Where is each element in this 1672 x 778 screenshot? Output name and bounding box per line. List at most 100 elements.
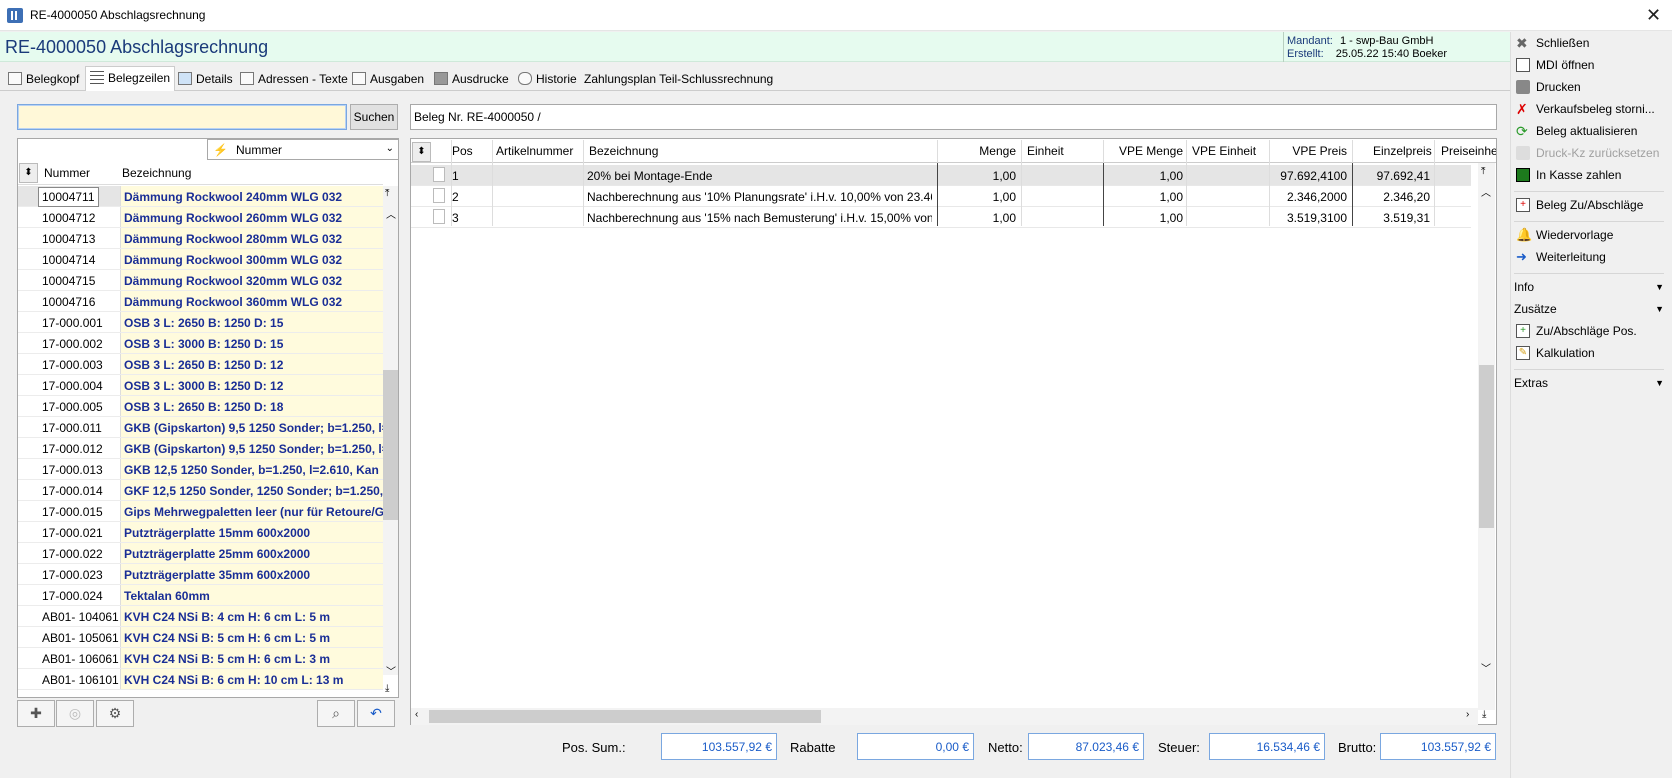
tab-belegzeilen[interactable]: Belegzeilen bbox=[85, 66, 176, 91]
tab-adressen-texte[interactable]: Adressen - Texte bbox=[236, 68, 352, 90]
table-row[interactable]: 2 Nachberechnung aus '10% Planungsrate' i… bbox=[411, 186, 1471, 207]
zuabschlaege-button[interactable]: + Beleg Zu/Abschläge bbox=[1514, 196, 1643, 214]
rabatte-field[interactable]: 0,00 € bbox=[857, 733, 974, 760]
list-item[interactable]: 17-000.003 OSB 3 L: 2650 B: 1250 D: 12 bbox=[18, 354, 383, 375]
grid-hscroll-thumb[interactable] bbox=[429, 710, 821, 723]
info-section[interactable]: Info ▼ bbox=[1514, 278, 1666, 296]
steuer-field[interactable]: 16.534,46 € bbox=[1209, 733, 1325, 760]
list-item[interactable]: 17-000.015 Gips Mehrwegpaletten leer (nur… bbox=[18, 501, 383, 522]
list-item[interactable]: 17-000.013 GKB 12,5 1250 Sonder, b=1.250,… bbox=[18, 459, 383, 480]
new-line-icon[interactable]: ✚ bbox=[17, 700, 55, 727]
list-item[interactable]: 17-000.023 Putzträgerplatte 35mm 600x2000 bbox=[18, 564, 383, 585]
schliessen-button[interactable]: ✖ Schließen bbox=[1514, 34, 1589, 52]
row-selector[interactable] bbox=[433, 167, 445, 182]
zusaetze-section[interactable]: Zusätze ▼ bbox=[1514, 300, 1666, 318]
list-item[interactable]: 10004711 Dämmung Rockwool 240mm WLG 032 bbox=[18, 186, 383, 207]
col-einzelpreis[interactable]: Einzelpreis bbox=[1373, 144, 1432, 158]
drucken-button[interactable]: Drucken bbox=[1514, 78, 1581, 96]
item-description: KVH C24 NSi B: 6 cm H: 10 cm L: 13 m bbox=[120, 669, 383, 689]
list-scroll-thumb[interactable] bbox=[383, 370, 398, 520]
list-item[interactable]: AB01- 105061 KVH C24 NSi B: 5 cm H: 6 cm … bbox=[18, 627, 383, 648]
item-description: Dämmung Rockwool 320mm WLG 032 bbox=[120, 270, 383, 290]
kasse-button[interactable]: In Kasse zahlen bbox=[1514, 166, 1621, 184]
tab-details[interactable]: Details bbox=[174, 68, 237, 90]
grid-scroll-down-icon[interactable]: ﹀ bbox=[1481, 660, 1491, 675]
list-item[interactable]: 17-000.002 OSB 3 L: 3000 B: 1250 D: 15 bbox=[18, 333, 383, 354]
row-selector[interactable] bbox=[433, 209, 445, 224]
scroll-bottom-icon[interactable]: ⤓ bbox=[385, 683, 389, 694]
undo-icon[interactable]: ↶ bbox=[357, 700, 395, 727]
col-bezeichnung[interactable]: Bezeichnung bbox=[589, 144, 658, 158]
scroll-up-icon[interactable]: ︿ bbox=[386, 206, 396, 221]
table-row[interactable]: 1 20% bei Montage-Ende 1,00 1,00 97.692,4100… bbox=[411, 165, 1471, 186]
header-divider bbox=[1103, 140, 1104, 163]
tab-ausdrucke[interactable]: Ausdrucke bbox=[430, 68, 513, 90]
scroll-right-icon[interactable]: › bbox=[1466, 709, 1469, 720]
col-preiseinheit[interactable]: Preiseinhe bbox=[1441, 144, 1496, 158]
scroll-down-icon[interactable]: ﹀ bbox=[386, 663, 396, 678]
list-item[interactable]: 17-000.024 Tektalan 60mm bbox=[18, 585, 383, 606]
col-vpe-preis[interactable]: VPE Preis bbox=[1290, 144, 1347, 158]
aktualisieren-button[interactable]: ⟳ Beleg aktualisieren bbox=[1514, 122, 1637, 140]
table-row[interactable]: 3 Nachberechnung aus '15% nach Bemusterun… bbox=[411, 207, 1471, 228]
wiedervorlage-button[interactable]: 🔔 Wiedervorlage bbox=[1514, 226, 1613, 244]
list-item[interactable]: 17-000.021 Putzträgerplatte 15mm 600x2000 bbox=[18, 522, 383, 543]
disabled-tool-icon[interactable]: ◎ bbox=[56, 700, 94, 727]
tab-zahlungsplan[interactable]: Zahlungsplan Teil-Schlussrechnung bbox=[562, 68, 777, 90]
list-item[interactable]: 10004716 Dämmung Rockwool 360mm WLG 032 bbox=[18, 291, 383, 312]
scroll-end-icon[interactable]: ⤓ bbox=[1482, 709, 1486, 720]
brutto-field[interactable]: 103.557,92 € bbox=[1380, 733, 1496, 760]
druck-kz-button[interactable]: Druck-Kz zurücksetzen bbox=[1514, 144, 1659, 162]
grid-scroll-top-icon[interactable]: ⤒ bbox=[1481, 166, 1485, 177]
list-item[interactable]: 17-000.001 OSB 3 L: 2650 B: 1250 D: 15 bbox=[18, 312, 383, 333]
col-pos[interactable]: Pos bbox=[452, 144, 473, 158]
search-button[interactable]: Suchen bbox=[350, 104, 398, 130]
col-artikelnummer[interactable]: Artikelnummer bbox=[496, 144, 573, 158]
list-item[interactable]: 10004713 Dämmung Rockwool 280mm WLG 032 bbox=[18, 228, 383, 249]
magnifier-icon[interactable]: ⌕ bbox=[317, 700, 355, 727]
settings-tool-icon[interactable]: ⚙ bbox=[96, 700, 134, 727]
storno-button[interactable]: ✗ Verkaufsbeleg storni... bbox=[1514, 100, 1655, 118]
grid-scroll-up-icon[interactable]: ︿ bbox=[1481, 184, 1491, 199]
close-icon[interactable]: ✕ bbox=[1646, 5, 1661, 26]
col-bezeichnung[interactable]: Bezeichnung bbox=[122, 166, 191, 180]
chevron-down-icon: ⌄ bbox=[385, 143, 394, 154]
col-einheit[interactable]: Einheit bbox=[1027, 144, 1064, 158]
zuab-pos-button[interactable]: + Zu/Abschläge Pos. bbox=[1514, 322, 1637, 340]
scroll-top-icon[interactable]: ⤒ bbox=[385, 188, 389, 199]
list-item[interactable]: AB01- 106061 KVH C24 NSi B: 5 cm H: 6 cm … bbox=[18, 648, 383, 669]
list-item[interactable]: AB01- 104061 KVH C24 NSi B: 4 cm H: 6 cm … bbox=[18, 606, 383, 627]
col-menge[interactable]: Menge bbox=[972, 144, 1016, 158]
list-item[interactable]: 17-000.014 GKF 12,5 1250 Sonder, 1250 Son… bbox=[18, 480, 383, 501]
weiterleitung-button[interactable]: ➜ Weiterleitung bbox=[1514, 248, 1606, 266]
mdi-button[interactable]: MDI öffnen bbox=[1514, 56, 1594, 74]
list-item[interactable]: 17-000.005 OSB 3 L: 2650 B: 1250 D: 18 bbox=[18, 396, 383, 417]
col-vpe-menge[interactable]: VPE Menge bbox=[1112, 144, 1183, 158]
list-item[interactable]: 17-000.022 Putzträgerplatte 25mm 600x2000 bbox=[18, 543, 383, 564]
grid-vscroll-thumb[interactable] bbox=[1479, 365, 1494, 528]
cell-bez: Nachberechnung aus '15% nach Bemusterung… bbox=[587, 211, 932, 225]
sort-dropdown[interactable]: ⚡ Nummer ⌄ bbox=[207, 139, 399, 160]
list-item[interactable]: 17-000.012 GKB (Gipskarton) 9,5 1250 Sond… bbox=[18, 438, 383, 459]
beleg-number-field[interactable]: Beleg Nr. RE-4000050 / bbox=[410, 104, 1497, 130]
list-item[interactable]: 10004714 Dämmung Rockwool 300mm WLG 032 bbox=[18, 249, 383, 270]
pos-sum-field[interactable]: 103.557,92 € bbox=[661, 733, 777, 760]
search-input[interactable] bbox=[17, 104, 347, 130]
netto-field[interactable]: 87.023,46 € bbox=[1028, 733, 1144, 760]
kalkulation-button[interactable]: ✎ Kalkulation bbox=[1514, 344, 1595, 362]
tab-ausgaben[interactable]: Ausgaben bbox=[348, 68, 428, 90]
scroll-left-icon[interactable]: ‹ bbox=[415, 709, 418, 720]
list-item[interactable]: 17-000.004 OSB 3 L: 3000 B: 1250 D: 12 bbox=[18, 375, 383, 396]
extras-section[interactable]: Extras ▼ bbox=[1514, 374, 1666, 392]
header-divider bbox=[1186, 140, 1187, 163]
list-item[interactable]: 10004715 Dämmung Rockwool 320mm WLG 032 bbox=[18, 270, 383, 291]
sort-handle-icon[interactable]: ⬍ bbox=[19, 163, 38, 183]
row-selector[interactable] bbox=[433, 188, 445, 203]
grid-sort-handle-icon[interactable]: ⬍ bbox=[412, 142, 431, 162]
tab-belegkopf[interactable]: Belegkopf bbox=[4, 68, 83, 90]
col-nummer[interactable]: Nummer bbox=[44, 166, 90, 180]
list-item[interactable]: AB01- 106101 KVH C24 NSi B: 6 cm H: 10 cm… bbox=[18, 669, 383, 690]
list-item[interactable]: 10004712 Dämmung Rockwool 260mm WLG 032 bbox=[18, 207, 383, 228]
col-vpe-einheit[interactable]: VPE Einheit bbox=[1192, 144, 1256, 158]
list-item[interactable]: 17-000.011 GKB (Gipskarton) 9,5 1250 Sond… bbox=[18, 417, 383, 438]
